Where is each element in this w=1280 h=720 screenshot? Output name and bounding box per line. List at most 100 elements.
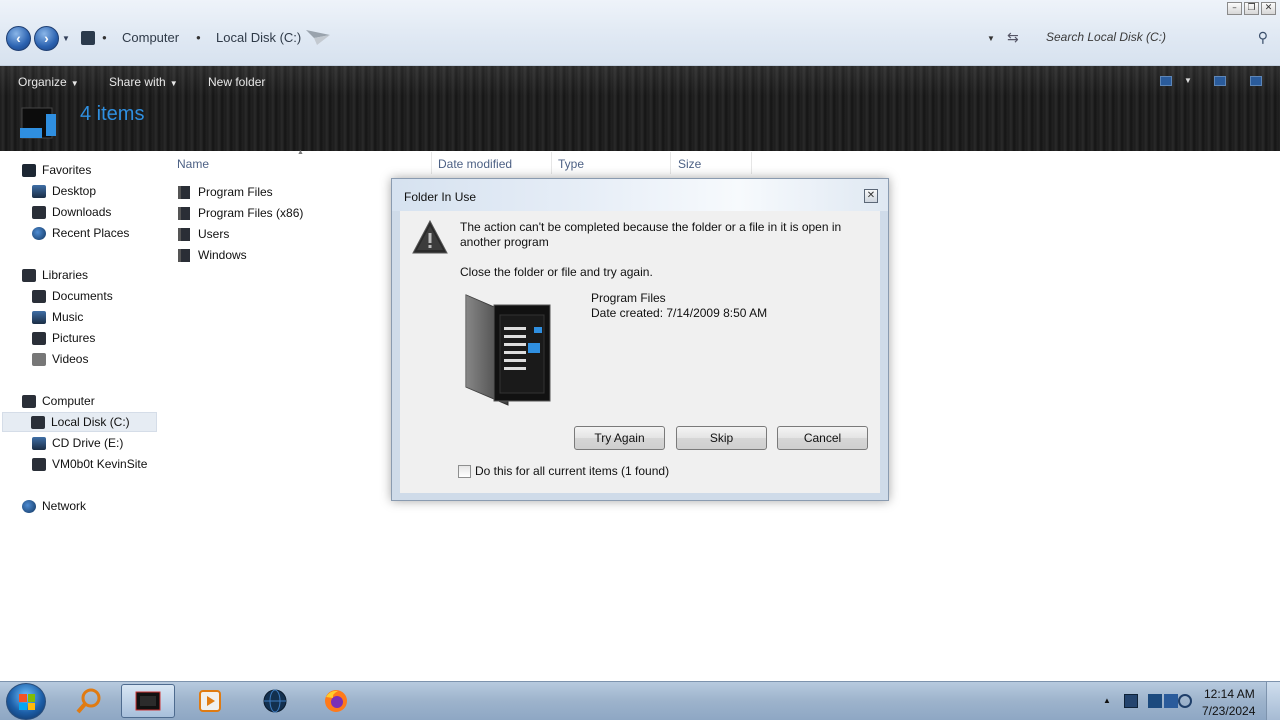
help-icon[interactable] xyxy=(1250,76,1262,86)
nav-videos[interactable]: Videos xyxy=(32,349,88,369)
back-button[interactable]: ‹ xyxy=(6,26,31,51)
nav-label: Local Disk (C:) xyxy=(51,415,130,429)
cancel-button[interactable]: Cancel xyxy=(777,426,868,450)
downloads-icon xyxy=(32,205,46,219)
share-with-menu[interactable]: Share with ▼ xyxy=(109,75,178,89)
apply-to-all-row[interactable]: Do this for all current items (1 found) xyxy=(458,464,669,478)
command-toolbar: Organize ▼ Share with ▼ New folder 4 items… xyxy=(0,66,1280,151)
dialog-message: The action can't be completed because th… xyxy=(460,220,842,249)
action-center-icon[interactable] xyxy=(1148,694,1162,708)
taskbar: ▲ 12:14 AM 7/23/2024 xyxy=(0,681,1280,720)
breadcrumb-local-disk[interactable]: Local Disk (C:) xyxy=(216,30,301,45)
minimize-button[interactable]: – xyxy=(1227,2,1242,15)
forward-button[interactable]: › xyxy=(34,26,59,51)
tray-app-icon[interactable] xyxy=(1124,694,1138,708)
apply-to-all-checkbox[interactable] xyxy=(458,464,471,478)
show-desktop-button[interactable] xyxy=(1266,682,1280,720)
view-options-dropdown[interactable]: ▼ xyxy=(1184,76,1192,85)
nav-downloads[interactable]: Downloads xyxy=(32,202,111,222)
start-button[interactable] xyxy=(6,683,46,720)
clock-date[interactable]: 7/23/2024 xyxy=(1202,704,1255,718)
file-name: Windows xyxy=(198,248,247,262)
address-dropdown-icon[interactable]: ▼ xyxy=(987,34,995,43)
nav-local-disk[interactable]: Local Disk (C:) xyxy=(2,412,157,432)
breadcrumb-separator-icon[interactable]: ● xyxy=(102,33,107,42)
item-count: 4 items xyxy=(80,103,145,125)
taskbar-explorer-app[interactable] xyxy=(121,684,175,718)
column-header-type[interactable]: Type xyxy=(558,157,584,171)
nav-label: Network xyxy=(42,499,87,513)
column-header-name[interactable]: Name xyxy=(177,157,209,171)
nav-documents[interactable]: Documents xyxy=(32,286,113,306)
firefox-icon xyxy=(325,690,347,712)
nav-network-drive[interactable]: VM0b0t KevinSite xyxy=(32,454,147,474)
program-files-folder-icon xyxy=(465,294,551,406)
organize-menu[interactable]: Organize ▼ xyxy=(18,75,79,89)
column-divider[interactable] xyxy=(431,152,432,174)
nav-pictures[interactable]: Pictures xyxy=(32,328,95,348)
volume-icon[interactable] xyxy=(1178,694,1192,708)
list-item[interactable]: Program Files (x86) xyxy=(178,203,303,223)
column-divider[interactable] xyxy=(670,152,671,174)
nav-label: CD Drive (E:) xyxy=(52,436,124,450)
try-again-button[interactable]: Try Again xyxy=(574,426,665,450)
apply-to-all-label[interactable]: Do this for all current items (1 found) xyxy=(475,464,669,478)
warning-icon xyxy=(412,219,448,254)
taskbar-search-app[interactable] xyxy=(62,684,116,718)
file-info-date: Date created: 7/14/2009 8:50 AM xyxy=(591,306,768,320)
refresh-icon[interactable]: ⇆ xyxy=(1007,29,1019,46)
column-divider[interactable] xyxy=(751,152,752,174)
nav-label: Documents xyxy=(52,289,113,303)
computer-icon xyxy=(22,394,36,408)
skip-button[interactable]: Skip xyxy=(676,426,767,450)
desktop-icon xyxy=(32,184,46,198)
show-hidden-icons-arrow[interactable]: ▲ xyxy=(1103,696,1111,705)
dialog-hint: Close the folder or file and try again. xyxy=(460,265,653,279)
share-with-label: Share with xyxy=(109,75,166,89)
search-input[interactable]: Search Local Disk (C:) ⚲ xyxy=(1036,26,1276,50)
search-app-icon xyxy=(76,688,101,714)
maximize-button[interactable]: ❐ xyxy=(1244,2,1259,15)
search-placeholder: Search Local Disk (C:) xyxy=(1046,30,1167,44)
list-item[interactable]: Windows xyxy=(178,245,247,265)
file-name: Users xyxy=(198,227,230,241)
breadcrumb-separator-icon[interactable]: ● xyxy=(196,33,201,42)
nav-favorites[interactable]: Favorites xyxy=(22,160,91,180)
list-item[interactable]: Users xyxy=(178,224,229,244)
column-header-size[interactable]: Size xyxy=(678,157,701,171)
nav-cd-drive[interactable]: CD Drive (E:) xyxy=(32,433,123,453)
libraries-icon xyxy=(22,268,36,282)
column-divider[interactable] xyxy=(551,152,552,174)
preview-pane-icon[interactable] xyxy=(1214,76,1226,86)
clock-time[interactable]: 12:14 AM xyxy=(1204,687,1255,701)
nav-label: VM0b0t KevinSite xyxy=(52,457,148,471)
taskbar-globe-app[interactable] xyxy=(248,684,302,718)
chevron-down-icon: ▼ xyxy=(169,79,178,88)
dialog-close-button[interactable]: ✕ xyxy=(864,189,878,203)
nav-label: Videos xyxy=(52,352,89,366)
nav-computer[interactable]: Computer xyxy=(22,391,95,411)
nav-network[interactable]: Network xyxy=(22,496,86,516)
nav-music[interactable]: Music xyxy=(32,307,83,327)
nav-label: Libraries xyxy=(42,268,89,282)
recent-pages-dropdown[interactable]: ▼ xyxy=(62,34,70,43)
taskbar-firefox[interactable] xyxy=(309,684,363,718)
change-view-icon[interactable] xyxy=(1160,76,1172,86)
breadcrumb-computer[interactable]: Computer xyxy=(122,30,179,45)
nav-desktop[interactable]: Desktop xyxy=(32,181,96,201)
nav-libraries[interactable]: Libraries xyxy=(22,265,88,285)
search-icon[interactable]: ⚲ xyxy=(1258,29,1268,46)
drive-icon xyxy=(31,415,45,429)
file-name: Program Files (x86) xyxy=(198,206,304,220)
list-item[interactable]: Program Files xyxy=(178,182,273,202)
folder-icon xyxy=(178,185,190,199)
chevron-down-icon: ▼ xyxy=(70,79,79,88)
close-window-button[interactable]: ✕ xyxy=(1261,2,1276,15)
nav-recent-places[interactable]: Recent Places xyxy=(32,223,129,243)
new-folder-button[interactable]: New folder xyxy=(208,75,265,89)
network-globe-icon xyxy=(22,499,36,513)
taskbar-media-player[interactable] xyxy=(183,684,237,718)
network-status-icon[interactable] xyxy=(1164,694,1178,708)
column-header-date-modified[interactable]: Date modified xyxy=(438,157,512,171)
dialog-title-bar[interactable]: Folder In Use ✕ xyxy=(392,179,888,211)
